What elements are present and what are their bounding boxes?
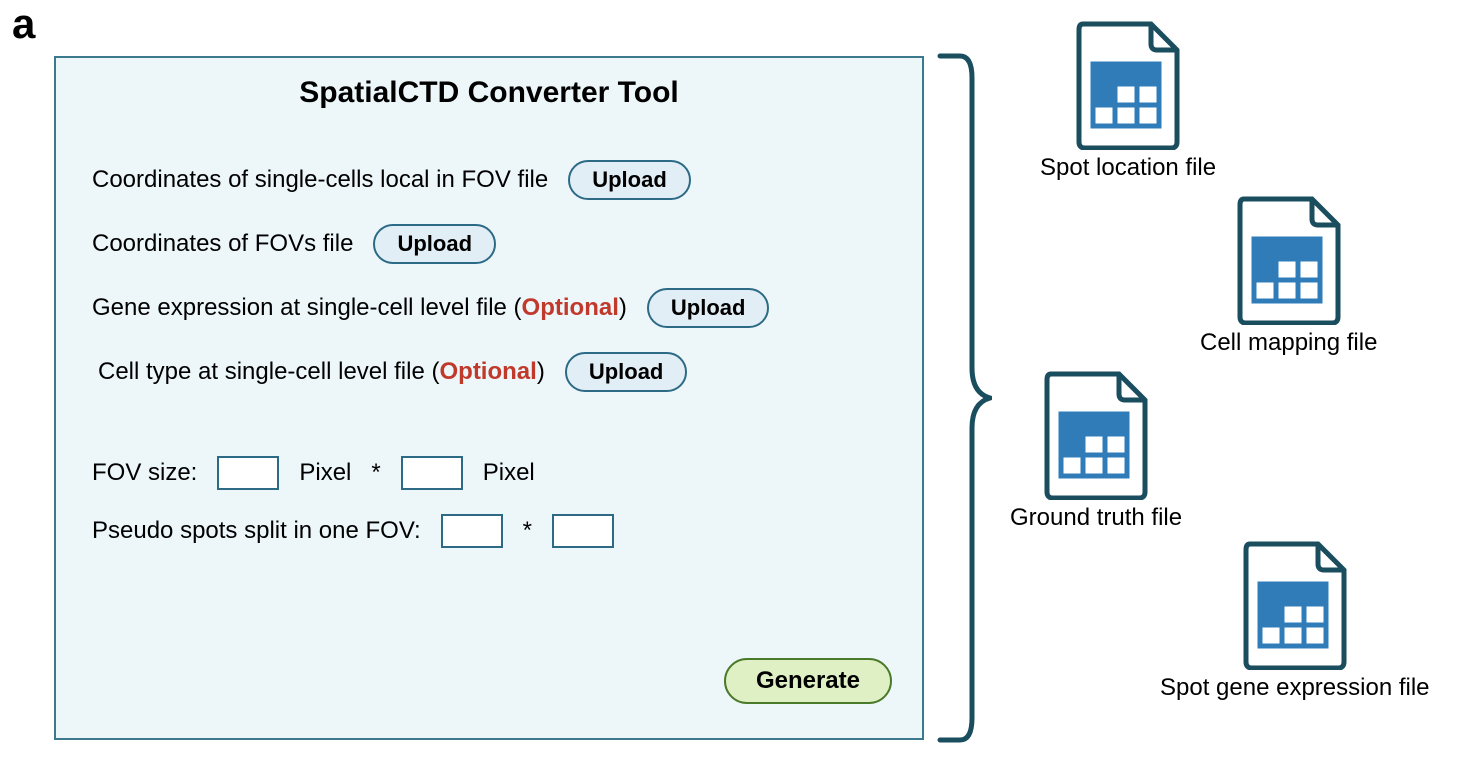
label-cell-type-post: ) [537,358,545,385]
row-cell-type: Cell type at single-cell level file (Opt… [86,352,892,392]
bracket-icon [932,48,992,748]
output-label: Ground truth file [1010,504,1182,532]
fov-size-height-input[interactable] [401,456,463,490]
label-fov-size: FOV size: [92,459,197,487]
label-gene-expression: Gene expression at single-cell level fil… [92,294,627,322]
generate-button[interactable]: Generate [724,658,892,704]
output-label: Spot location file [1040,154,1216,182]
outputs-area: Spot location file Cell mapping file Gro… [1000,20,1450,750]
row-pseudo-spots: Pseudo spots split in one FOV: * [86,514,892,548]
upload-button-gene-expression[interactable]: Upload [647,288,770,328]
panel-letter: a [12,0,35,48]
upload-button-coords-single-cells[interactable]: Upload [568,160,691,200]
row-gene-expression: Gene expression at single-cell level fil… [86,288,892,328]
label-gene-expression-post: ) [619,294,627,321]
file-table-icon [1240,540,1350,670]
label-cell-type-pre: Cell type at single-cell level file ( [98,358,439,385]
file-table-icon [1073,20,1183,150]
fov-size-width-input[interactable] [217,456,279,490]
file-table-icon [1041,370,1151,500]
output-spot-location: Spot location file [1040,20,1216,182]
pixel-unit: Pixel [299,459,351,487]
label-coords-fovs: Coordinates of FOVs file [92,230,353,258]
output-label: Cell mapping file [1200,329,1377,357]
pixel-unit: Pixel [483,459,535,487]
file-table-icon [1234,195,1344,325]
tool-title: SpatialCTD Converter Tool [86,76,892,110]
upload-button-cell-type[interactable]: Upload [565,352,688,392]
multiply-symbol: * [523,517,532,545]
optional-tag: Optional [522,294,619,321]
pseudo-spots-rows-input[interactable] [552,514,614,548]
row-fov-size: FOV size: Pixel * Pixel [86,456,892,490]
output-ground-truth: Ground truth file [1010,370,1182,532]
label-gene-expression-pre: Gene expression at single-cell level fil… [92,294,522,321]
label-coords-single-cells: Coordinates of single-cells local in FOV… [92,166,548,194]
row-coords-single-cells: Coordinates of single-cells local in FOV… [86,160,892,200]
pseudo-spots-cols-input[interactable] [441,514,503,548]
tool-panel: SpatialCTD Converter Tool Coordinates of… [54,56,924,740]
output-spot-gene-expression: Spot gene expression file [1160,540,1430,702]
row-coords-fovs: Coordinates of FOVs file Upload [86,224,892,264]
label-cell-type: Cell type at single-cell level file (Opt… [98,358,545,386]
label-pseudo-spots: Pseudo spots split in one FOV: [92,517,421,545]
multiply-symbol: * [371,459,380,487]
optional-tag: Optional [439,358,536,385]
upload-button-coords-fovs[interactable]: Upload [373,224,496,264]
output-label: Spot gene expression file [1160,674,1430,702]
output-cell-mapping: Cell mapping file [1200,195,1377,357]
